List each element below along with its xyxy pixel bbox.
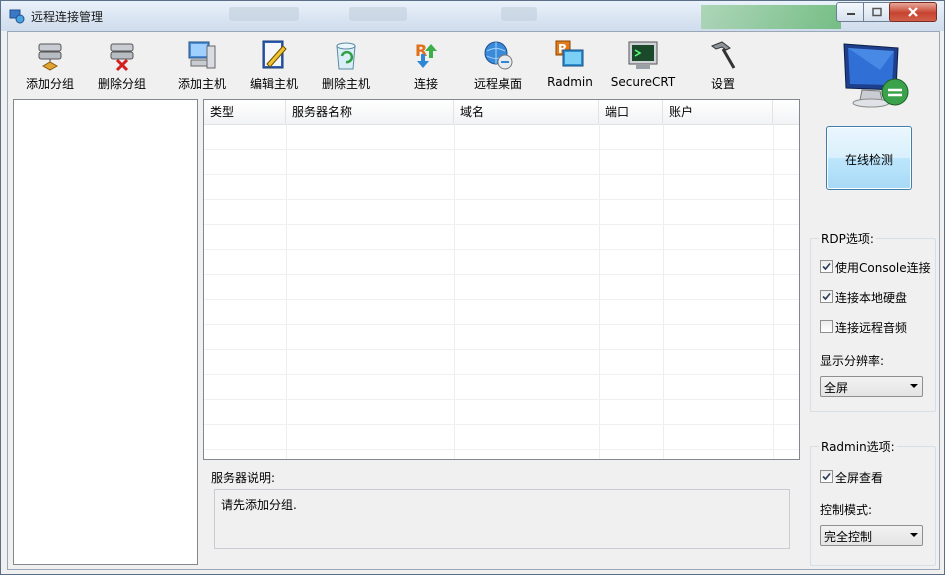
resolution-value: 全屏 xyxy=(824,381,849,395)
server-description-group: 服务器说明: 请先添加分组. xyxy=(203,464,798,565)
maximize-button[interactable] xyxy=(863,2,891,22)
add-group-button[interactable]: 添加分组 xyxy=(18,34,82,92)
radmin-icon: R xyxy=(555,40,584,67)
description-box[interactable]: 请先添加分组. xyxy=(214,489,790,549)
chevron-down-icon xyxy=(910,533,918,537)
radmin-options-title: Radmin选项: xyxy=(819,438,897,455)
grid-row-line xyxy=(204,149,799,150)
maximize-icon xyxy=(872,7,882,17)
checkbox-label: 连接远程音频 xyxy=(835,321,908,335)
title-bar[interactable]: 远程连接管理 xyxy=(1,1,944,31)
edit-host-icon xyxy=(262,40,287,69)
toolbar-label: 连接 xyxy=(413,77,438,91)
checkmark-icon xyxy=(822,472,831,481)
recycle-bin-icon xyxy=(336,42,356,70)
securecrt-icon xyxy=(628,41,658,69)
edit-host-button[interactable]: 编辑主机 xyxy=(242,34,306,92)
description-title: 服务器说明: xyxy=(211,471,276,485)
remote-desktop-icon xyxy=(484,41,513,70)
blurred-title-text xyxy=(501,7,537,21)
column-header-port[interactable]: 端口 xyxy=(599,100,663,124)
description-text: 请先添加分组. xyxy=(221,498,297,512)
column-header-domain[interactable]: 域名 xyxy=(454,100,599,124)
checkbox-box[interactable] xyxy=(820,260,833,273)
main-area: 添加分组 删除分组 添加主机 编辑主机 删除主机 R 连接 远程桌面 R Rad… xyxy=(7,31,940,570)
online-check-button[interactable]: 在线检测 xyxy=(826,126,912,190)
rdp-options-group: RDP选项: 使用Console连接 连接本地硬盘 连接远程音频 显示分辨率: … xyxy=(810,230,936,412)
settings-button[interactable]: 设置 xyxy=(698,34,748,92)
blurred-title-text xyxy=(229,7,299,21)
column-header-type[interactable]: 类型 xyxy=(204,100,286,124)
checkbox-label: 连接本地硬盘 xyxy=(835,291,908,305)
grid-row-line xyxy=(204,299,799,300)
column-header-account[interactable]: 账户 xyxy=(663,100,773,124)
connect-icon: R xyxy=(415,41,437,68)
delete-group-icon xyxy=(110,43,134,72)
connect-button[interactable]: R 连接 xyxy=(400,34,452,92)
group-tree[interactable] xyxy=(13,99,198,565)
control-mode-select[interactable]: 完全控制 xyxy=(820,525,923,546)
app-icon xyxy=(9,9,25,24)
toolbar-label: 添加分组 xyxy=(25,77,74,91)
radmin-button[interactable]: R Radmin xyxy=(542,34,598,92)
grid-row-line xyxy=(204,349,799,350)
grid-row-line xyxy=(204,324,799,325)
delete-group-button[interactable]: 删除分组 xyxy=(90,34,154,92)
grid-row-line xyxy=(204,424,799,425)
toolbar-label: 删除主机 xyxy=(321,77,370,91)
resolution-label: 显示分辨率: xyxy=(820,354,885,368)
checkbox-box[interactable] xyxy=(820,290,833,303)
blurred-background xyxy=(701,5,841,29)
add-host-button[interactable]: 添加主机 xyxy=(170,34,234,92)
add-group-icon xyxy=(38,43,62,71)
remote-desktop-button[interactable]: 远程桌面 xyxy=(468,34,528,92)
checkbox-label: 使用Console连接 xyxy=(835,261,931,275)
toolbar-label: 远程桌面 xyxy=(473,77,522,91)
toolbar: 添加分组 删除分组 添加主机 编辑主机 删除主机 R 连接 远程桌面 R Rad… xyxy=(8,32,808,94)
column-header-server-name[interactable]: 服务器名称 xyxy=(286,100,454,124)
checkmark-icon xyxy=(822,292,831,301)
checkbox-label: 全屏查看 xyxy=(835,471,884,485)
minimize-icon xyxy=(846,13,855,15)
app-window: 远程连接管理 添加分组 删除分组 添加主机 编辑主机 删除主机 R 连接 远程桌… xyxy=(0,0,945,575)
blurred-title-text xyxy=(349,7,407,21)
window-title: 远程连接管理 xyxy=(31,10,104,24)
toolbar-label: 编辑主机 xyxy=(249,77,298,91)
toolbar-label: 删除分组 xyxy=(97,77,146,91)
grid-row-line xyxy=(204,199,799,200)
grid-row-line xyxy=(204,174,799,175)
host-table[interactable]: 类型 服务器名称 域名 端口 账户 xyxy=(203,99,800,460)
toolbar-label: Radmin xyxy=(547,75,593,89)
grid-row-line xyxy=(204,224,799,225)
add-host-icon xyxy=(188,41,216,69)
remote-desktop-monitor-icon xyxy=(843,43,909,108)
toolbar-label: 添加主机 xyxy=(177,77,226,91)
grid-row-line xyxy=(204,274,799,275)
checkmark-icon xyxy=(822,262,831,271)
delete-host-button[interactable]: 删除主机 xyxy=(314,34,378,92)
checkbox-box[interactable] xyxy=(820,320,833,333)
chevron-down-icon xyxy=(910,384,918,388)
table-header: 类型 服务器名称 域名 端口 账户 xyxy=(204,100,799,125)
grid-row-line xyxy=(204,399,799,400)
resolution-select[interactable]: 全屏 xyxy=(820,376,923,397)
checkbox-box[interactable] xyxy=(820,470,833,483)
settings-hammer-icon xyxy=(710,41,736,69)
close-icon xyxy=(908,7,918,17)
securecrt-button[interactable]: SecureCRT xyxy=(606,34,680,92)
grid-row-line xyxy=(204,449,799,450)
control-mode-label: 控制模式: xyxy=(820,503,873,517)
minimize-button[interactable] xyxy=(836,2,865,22)
radmin-options-group: Radmin选项: 全屏查看 控制模式: 完全控制 xyxy=(810,438,936,566)
online-check-label: 在线检测 xyxy=(844,153,893,167)
rdp-options-title: RDP选项: xyxy=(819,230,876,247)
toolbar-label: SecureCRT xyxy=(610,75,676,89)
toolbar-label: 设置 xyxy=(710,77,735,91)
grid-row-line xyxy=(204,374,799,375)
side-panel: 在线检测 RDP选项: 使用Console连接 连接本地硬盘 连接远程音频 显示… xyxy=(804,32,939,569)
grid-row-line xyxy=(204,249,799,250)
control-mode-value: 完全控制 xyxy=(824,530,873,544)
close-button[interactable] xyxy=(889,2,937,22)
